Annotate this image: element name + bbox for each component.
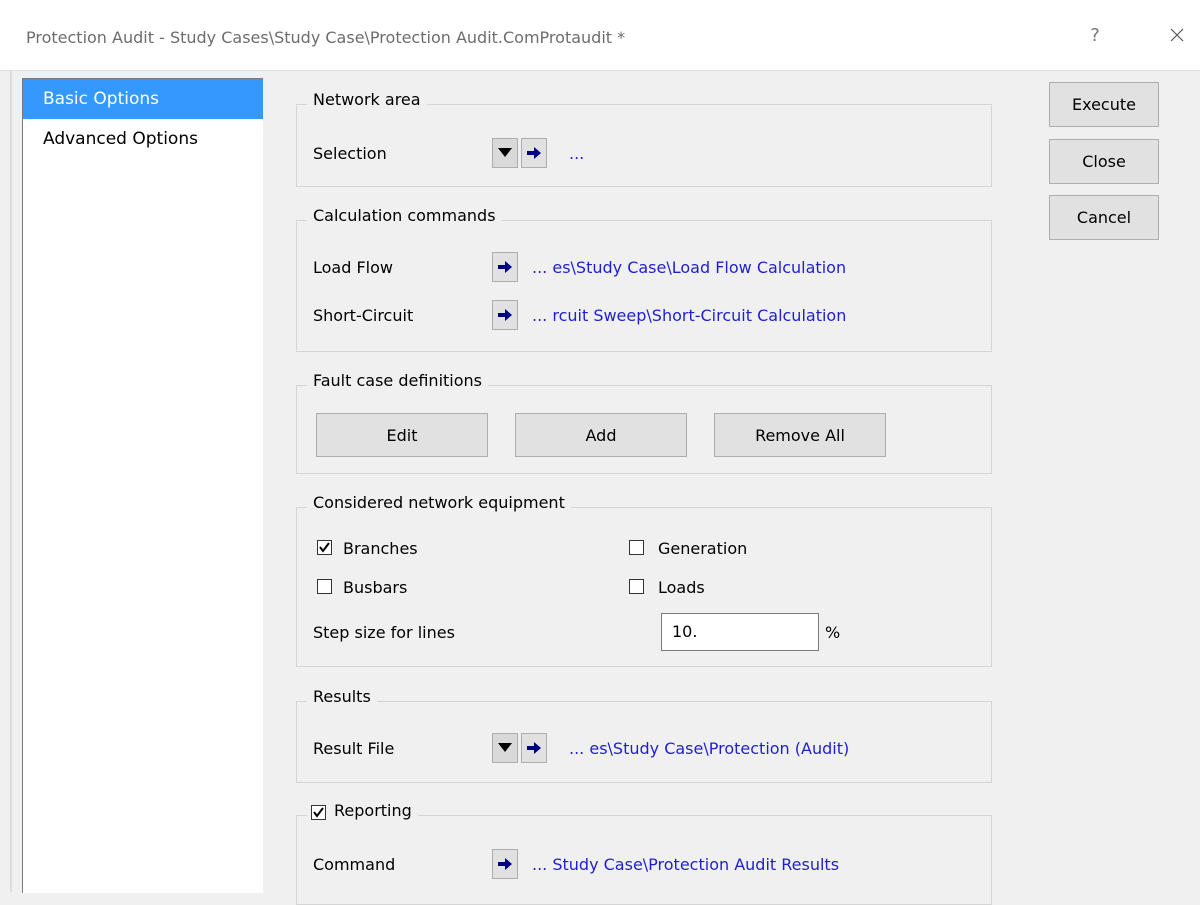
network-area-title: Network area (307, 90, 427, 109)
nav-item-advanced-options[interactable]: Advanced Options (23, 119, 263, 159)
short-circuit-link[interactable]: ... rcuit Sweep\Short-Circuit Calculatio… (532, 306, 846, 325)
arrow-right-icon (498, 261, 512, 273)
fault-case-title: Fault case definitions (307, 371, 488, 390)
command-link[interactable]: ... Study Case\Protection Audit Results (532, 855, 839, 874)
network-equipment-group: Considered network equipment Branches Ge… (296, 493, 992, 667)
selection-value-link[interactable]: ... (569, 144, 584, 163)
options-nav: Basic Options Advanced Options (22, 78, 263, 893)
result-file-dropdown-button[interactable] (492, 733, 518, 763)
command-label: Command (313, 855, 396, 874)
short-circuit-label: Short-Circuit (313, 306, 414, 325)
branches-label: Branches (343, 539, 418, 558)
edit-button[interactable]: Edit (316, 413, 488, 457)
load-flow-link[interactable]: ... es\Study Case\Load Flow Calculation (532, 258, 846, 277)
branches-checkbox[interactable] (317, 540, 332, 555)
network-area-group: Network area Selection ... (296, 90, 992, 187)
nav-item-basic-options[interactable]: Basic Options (23, 79, 263, 119)
add-button[interactable]: Add (515, 413, 687, 457)
checkmark-icon (319, 542, 330, 553)
cancel-button[interactable]: Cancel (1049, 195, 1159, 240)
command-jump-button[interactable] (492, 849, 518, 879)
result-file-link[interactable]: ... es\Study Case\Protection (Audit) (569, 739, 849, 758)
loads-checkbox[interactable] (629, 579, 644, 594)
busbars-checkbox[interactable] (317, 579, 332, 594)
reporting-title-wrap: Reporting (307, 801, 418, 820)
execute-button[interactable]: Execute (1049, 82, 1159, 127)
busbars-label: Busbars (343, 578, 408, 597)
title-bar: Protection Audit - Study Cases\Study Cas… (0, 0, 1200, 71)
result-file-label: Result File (313, 739, 395, 758)
generation-label: Generation (658, 539, 748, 558)
window-left-border (10, 70, 12, 892)
results-title: Results (307, 687, 377, 706)
help-button[interactable]: ? (1080, 20, 1110, 50)
arrow-right-icon (498, 858, 512, 870)
close-icon (1170, 28, 1184, 42)
load-flow-jump-button[interactable] (492, 252, 518, 282)
selection-jump-button[interactable] (521, 138, 547, 168)
calculation-commands-group: Calculation commands Load Flow ... es\St… (296, 206, 992, 352)
network-equipment-title: Considered network equipment (307, 493, 571, 512)
window-title: Protection Audit - Study Cases\Study Cas… (26, 28, 626, 47)
short-circuit-jump-button[interactable] (492, 300, 518, 330)
remove-all-button[interactable]: Remove All (714, 413, 886, 457)
arrow-right-icon (527, 742, 541, 754)
selection-dropdown-button[interactable] (492, 138, 518, 168)
arrow-right-icon (527, 147, 541, 159)
arrow-right-icon (498, 309, 512, 321)
dropdown-triangle-icon (498, 743, 512, 752)
results-group: Results Result File ... es\Study Case\Pr… (296, 687, 992, 783)
reporting-checkbox[interactable] (311, 805, 326, 820)
step-size-unit: % (825, 623, 841, 642)
step-size-input[interactable]: 10. (661, 613, 819, 651)
generation-checkbox[interactable] (629, 540, 644, 555)
step-size-label: Step size for lines (313, 623, 455, 642)
checkmark-icon (313, 807, 324, 818)
close-button[interactable]: Close (1049, 139, 1159, 184)
window-close-button[interactable] (1162, 20, 1192, 50)
selection-label: Selection (313, 144, 387, 163)
result-file-jump-button[interactable] (521, 733, 547, 763)
load-flow-label: Load Flow (313, 258, 393, 277)
dropdown-triangle-icon (498, 148, 512, 157)
loads-label: Loads (658, 578, 705, 597)
calculation-commands-title: Calculation commands (307, 206, 502, 225)
reporting-title: Reporting (334, 801, 412, 820)
fault-case-group: Fault case definitions Edit Add Remove A… (296, 371, 992, 474)
